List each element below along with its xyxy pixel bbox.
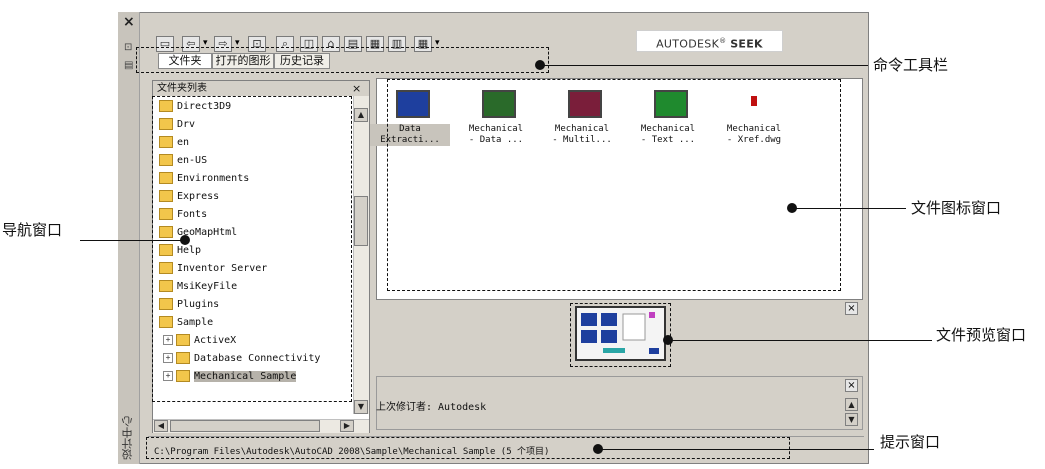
preview-leader-line [668,340,932,341]
status-dashed-box [146,437,790,459]
description-text: 上次修订者: Autodesk [376,402,487,413]
status-callout-label: 提示窗口 [880,433,941,451]
preview-close-icon[interactable]: × [845,302,858,315]
palette-title: 设计中心 [121,416,134,460]
autodesk-seek-button[interactable]: AUTODESK® SEEK [636,30,783,52]
description-scroll-up[interactable]: ▲ [845,398,858,411]
folder-list-title: 文件夹列表 [153,81,369,96]
folder-hscroll-thumb[interactable] [170,420,320,432]
folder-list-close-icon[interactable]: × [352,81,361,96]
scroll-right-button[interactable]: ▶ [340,420,354,432]
palette-close-icon[interactable]: × [123,14,135,30]
description-scroll-down[interactable]: ▼ [845,413,858,426]
nav-leader-line [80,240,185,241]
folder-vertical-scrollbar[interactable] [353,96,369,414]
toolbar-leader-line [540,65,868,66]
seek-word: SEEK [730,37,763,51]
preview-dashed-box [570,303,671,367]
folder-scroll-thumb[interactable] [354,196,368,246]
description-close-icon[interactable]: × [845,379,858,392]
nav-dashed-box [152,96,352,402]
nav-callout-label: 导航窗口 [2,221,63,239]
status-leader-line [598,449,874,450]
palette-autohide-icon[interactable]: ⊡ [124,42,132,53]
icons-dashed-box [387,79,841,291]
seek-registered-mark: ® [719,37,727,45]
seek-brand: AUTODESK [656,37,720,51]
toolbar-dashed-box [136,47,549,73]
icons-leader-line [792,208,906,209]
preview-callout-label: 文件预览窗口 [936,326,1027,344]
icons-callout-label: 文件图标窗口 [911,199,1002,217]
palette-properties-icon[interactable]: ▤ [124,60,133,71]
scroll-down-button[interactable]: ▼ [354,400,368,414]
scroll-up-button[interactable]: ▲ [354,108,368,122]
scroll-left-button[interactable]: ◀ [154,420,168,432]
nav-callout-dot [180,235,190,245]
toolbar-callout-label: 命令工具栏 [873,56,949,74]
